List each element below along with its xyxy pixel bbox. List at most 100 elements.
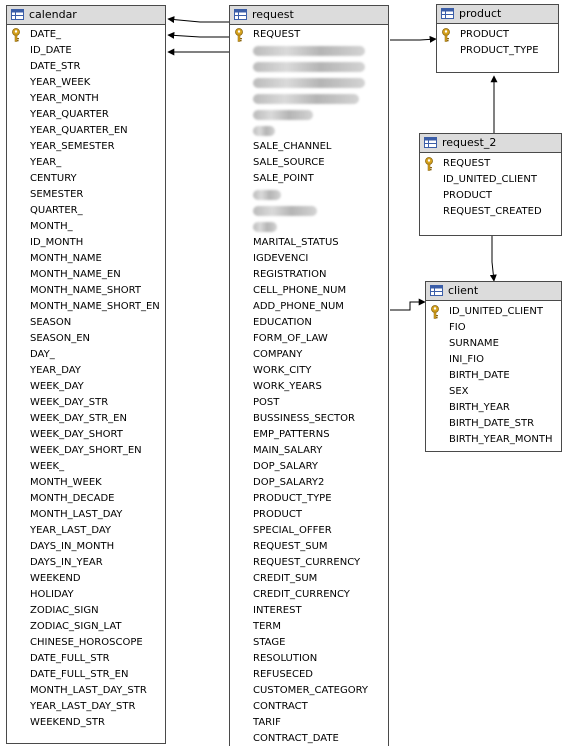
column-row[interactable]: ID_DATE: [7, 43, 165, 59]
table-header[interactable]: product: [437, 5, 558, 24]
column-row[interactable]: [230, 43, 388, 59]
column-row[interactable]: MONTH_LAST_DAY_STR: [7, 683, 165, 699]
column-row[interactable]: [230, 59, 388, 75]
column-row[interactable]: BIRTH_YEAR_MONTH: [426, 432, 561, 448]
column-row[interactable]: MONTH_LAST_DAY: [7, 507, 165, 523]
column-row[interactable]: [230, 203, 388, 219]
column-row[interactable]: WEEK_DAY: [7, 379, 165, 395]
column-row[interactable]: FORM_OF_LAW: [230, 331, 388, 347]
table-header[interactable]: request: [230, 6, 388, 25]
column-row[interactable]: FIO: [426, 320, 561, 336]
column-row[interactable]: RESOLUTION: [230, 651, 388, 667]
column-row[interactable]: BIRTH_YEAR: [426, 400, 561, 416]
column-row[interactable]: MONTH_NAME_SHORT: [7, 283, 165, 299]
column-row[interactable]: SALE_SOURCE: [230, 155, 388, 171]
column-row[interactable]: CUSTOMER_CATEGORY: [230, 683, 388, 699]
table-client[interactable]: client ID_UNITED_CLIENT FIO SURNAME INI_FIO…: [425, 281, 562, 452]
table-header[interactable]: request_2: [420, 134, 561, 153]
column-row[interactable]: WEEK_DAY_STR: [7, 395, 165, 411]
column-row[interactable]: PRODUCT: [437, 27, 558, 43]
column-row[interactable]: YEAR_QUARTER: [7, 107, 165, 123]
column-row[interactable]: YEAR_SEMESTER: [7, 139, 165, 155]
column-row[interactable]: BIRTH_DATE_STR: [426, 416, 561, 432]
column-row[interactable]: PRODUCT_TYPE: [437, 43, 558, 59]
column-row[interactable]: WEEK_DAY_SHORT_EN: [7, 443, 165, 459]
column-row[interactable]: ID_UNITED_CLIENT: [426, 304, 561, 320]
column-row[interactable]: DATE_FULL_STR: [7, 651, 165, 667]
column-row[interactable]: EMP_PATTERNS: [230, 427, 388, 443]
column-row[interactable]: CONTRACT_DATE: [230, 731, 388, 747]
column-row[interactable]: WEEK_: [7, 459, 165, 475]
column-row[interactable]: [230, 107, 388, 123]
column-row[interactable]: DOP_SALARY2: [230, 475, 388, 491]
column-row[interactable]: YEAR_QUARTER_EN: [7, 123, 165, 139]
column-row[interactable]: REQUEST: [230, 27, 388, 43]
column-row[interactable]: PRODUCT_TYPE: [230, 491, 388, 507]
column-row[interactable]: EDUCATION: [230, 315, 388, 331]
column-row[interactable]: SEMESTER: [7, 187, 165, 203]
table-request-2[interactable]: request_2 REQUEST ID_UNITED_CLIENT PRODUCT…: [419, 133, 562, 236]
column-row[interactable]: CREDIT_CURRENCY: [230, 587, 388, 603]
column-row[interactable]: DAY_: [7, 347, 165, 363]
column-row[interactable]: MONTH_NAME_SHORT_EN: [7, 299, 165, 315]
column-row[interactable]: MONTH_NAME: [7, 251, 165, 267]
column-row[interactable]: [230, 219, 388, 235]
column-row[interactable]: WEEK_DAY_SHORT: [7, 427, 165, 443]
column-row[interactable]: REQUEST_CREATED: [420, 204, 561, 220]
column-row[interactable]: MONTH_DECADE: [7, 491, 165, 507]
table-calendar[interactable]: calendar DATE_ ID_DATE DATE_STR YEAR_WEEK YE…: [6, 5, 166, 744]
column-row[interactable]: SEX: [426, 384, 561, 400]
column-row[interactable]: MONTH_WEEK: [7, 475, 165, 491]
column-row[interactable]: DATE_FULL_STR_EN: [7, 667, 165, 683]
column-row[interactable]: MONTH_: [7, 219, 165, 235]
column-row[interactable]: CENTURY: [7, 171, 165, 187]
column-row[interactable]: REFUSECED: [230, 667, 388, 683]
table-header[interactable]: calendar: [7, 6, 165, 25]
column-row[interactable]: TARIF: [230, 715, 388, 731]
column-row[interactable]: PRODUCT: [230, 507, 388, 523]
column-row[interactable]: YEAR_LAST_DAY: [7, 523, 165, 539]
table-request[interactable]: request REQUEST SALE_CHANNEL SALE_SOURCE SA…: [229, 5, 389, 746]
column-row[interactable]: MONTH_NAME_EN: [7, 267, 165, 283]
column-row[interactable]: SPECIAL_OFFER: [230, 523, 388, 539]
column-row[interactable]: YEAR_WEEK: [7, 75, 165, 91]
column-row[interactable]: WORK_YEARS: [230, 379, 388, 395]
column-row[interactable]: DAYS_IN_YEAR: [7, 555, 165, 571]
column-row[interactable]: PRODUCT: [420, 188, 561, 204]
column-row[interactable]: ID_MONTH: [7, 235, 165, 251]
table-header[interactable]: client: [426, 282, 561, 301]
column-row[interactable]: YEAR_MONTH: [7, 91, 165, 107]
table-product[interactable]: product PRODUCT PRODUCT_TYPE: [436, 4, 559, 73]
column-row[interactable]: IGDEVENCI: [230, 251, 388, 267]
column-row[interactable]: CREDIT_SUM: [230, 571, 388, 587]
column-row[interactable]: [230, 187, 388, 203]
column-row[interactable]: [230, 75, 388, 91]
column-row[interactable]: STAGE: [230, 635, 388, 651]
column-row[interactable]: ADD_PHONE_NUM: [230, 299, 388, 315]
column-row[interactable]: YEAR_LAST_DAY_STR: [7, 699, 165, 715]
column-row[interactable]: COMPANY: [230, 347, 388, 363]
column-row[interactable]: REQUEST_CURRENCY: [230, 555, 388, 571]
column-row[interactable]: DOP_SALARY: [230, 459, 388, 475]
column-row[interactable]: YEAR_: [7, 155, 165, 171]
column-row[interactable]: CONTRACT: [230, 699, 388, 715]
column-row[interactable]: ZODIAC_SIGN: [7, 603, 165, 619]
column-row[interactable]: [230, 123, 388, 139]
column-row[interactable]: REQUEST_SUM: [230, 539, 388, 555]
column-row[interactable]: DAYS_IN_MONTH: [7, 539, 165, 555]
column-row[interactable]: INI_FIO: [426, 352, 561, 368]
column-row[interactable]: INTEREST: [230, 603, 388, 619]
column-row[interactable]: MARITAL_STATUS: [230, 235, 388, 251]
column-row[interactable]: BUSSINESS_SECTOR: [230, 411, 388, 427]
column-row[interactable]: ZODIAC_SIGN_LAT: [7, 619, 165, 635]
column-row[interactable]: ID_UNITED_CLIENT: [420, 172, 561, 188]
column-row[interactable]: MAIN_SALARY: [230, 443, 388, 459]
column-row[interactable]: HOLIDAY: [7, 587, 165, 603]
column-row[interactable]: SALE_CHANNEL: [230, 139, 388, 155]
column-row[interactable]: BIRTH_DATE: [426, 368, 561, 384]
column-row[interactable]: REGISTRATION: [230, 267, 388, 283]
column-row[interactable]: [230, 91, 388, 107]
column-row[interactable]: SALE_POINT: [230, 171, 388, 187]
column-row[interactable]: WEEK_DAY_STR_EN: [7, 411, 165, 427]
column-row[interactable]: DATE_STR: [7, 59, 165, 75]
